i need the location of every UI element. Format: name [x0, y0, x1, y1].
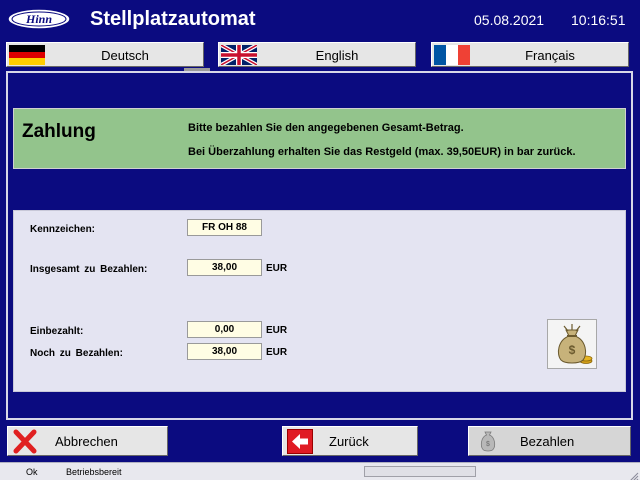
total-label: Insgesamt zu Bezahlen: [30, 264, 148, 275]
paid-label: Einbezahlt: [30, 326, 84, 337]
red-x-icon [12, 429, 38, 454]
total-unit: EUR [266, 263, 288, 274]
back-label: Zurück [329, 434, 369, 449]
fr-flag-icon [434, 45, 470, 65]
cancel-label: Abbrechen [55, 434, 118, 449]
paid-value: 0,00 [187, 321, 262, 338]
back-button[interactable]: Zurück [282, 426, 418, 456]
plate-label: Kennzeichen: [30, 224, 96, 235]
svg-text:Hinn: Hinn [25, 12, 52, 26]
uk-flag-icon [221, 45, 257, 65]
arrow-left-icon [287, 429, 313, 454]
money-bag-icon: $ [547, 319, 597, 369]
status-state: Ok [26, 467, 38, 477]
cancel-button[interactable]: Abbrechen [7, 426, 168, 456]
pay-label: Bezahlen [520, 434, 575, 449]
due-label: Noch zu Bezahlen: [30, 348, 123, 359]
status-progress-bar [364, 466, 476, 477]
due-value: 38,00 [187, 343, 262, 360]
payment-change-note: Bei Überzahlung erhalten Sie das Restgel… [188, 146, 576, 158]
money-bag-icon: $ [475, 429, 501, 454]
header-time: 10:16:51 [571, 12, 626, 28]
header-date: 05.08.2021 [474, 12, 545, 28]
total-value: 38,00 [187, 259, 262, 276]
payment-title: Zahlung [22, 121, 96, 142]
language-button-deutsch[interactable]: Deutsch [6, 42, 204, 67]
pay-button[interactable]: $ Bezahlen [468, 426, 631, 456]
payment-info-panel: Zahlung Bitte bezahlen Sie den angegeben… [13, 108, 626, 169]
language-label: Deutsch [101, 48, 149, 63]
language-label: English [315, 48, 359, 63]
main-content-frame: Zahlung Bitte bezahlen Sie den angegeben… [6, 71, 633, 420]
svg-text:$: $ [569, 343, 576, 357]
de-flag-icon [9, 45, 45, 65]
language-button-english[interactable]: English [218, 42, 416, 67]
payment-details-panel: Kennzeichen: FR OH 88 Insgesamt zu Bezah… [13, 210, 626, 392]
app-title: Stellplatzautomat [90, 8, 256, 30]
plate-value: FR OH 88 [187, 219, 262, 236]
paid-unit: EUR [266, 325, 288, 336]
status-message: Betriebsbereit [66, 467, 122, 477]
status-bar: Ok Betriebsbereit [0, 462, 640, 480]
hinn-logo: Hinn [6, 7, 72, 31]
language-label: Français [525, 48, 575, 63]
language-button-francais[interactable]: Français [431, 42, 629, 67]
resize-grip-icon[interactable] [629, 469, 639, 480]
payment-instruction: Bitte bezahlen Sie den angegebenen Gesam… [188, 122, 464, 134]
svg-text:$: $ [486, 441, 490, 448]
due-unit: EUR [266, 347, 288, 358]
